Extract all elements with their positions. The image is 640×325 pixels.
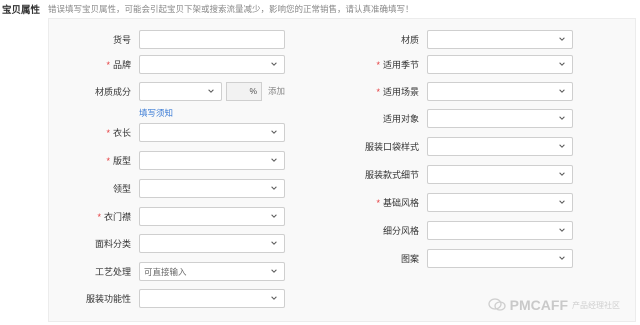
field-gongneng: 服装功能性 (49, 288, 285, 308)
fengge-select[interactable] (427, 192, 573, 212)
chevron-down-icon (208, 88, 214, 93)
watermark-brand: PMCAFF (509, 297, 568, 313)
field-label: * 版型 (106, 155, 131, 166)
required-mark: * (376, 197, 380, 208)
attributes-panel: 货号 * 品牌 材质成分 % 添加 填写须知 * 衣长 * 版型 领型 * 衣门… (48, 18, 636, 322)
field-caizhi: 材质 (337, 29, 573, 49)
field-label: * 适用场景 (376, 86, 419, 97)
chevron-down-icon (271, 268, 277, 273)
pinpai-select[interactable] (139, 54, 285, 74)
required-mark: * (97, 211, 101, 222)
chevron-down-icon (271, 129, 277, 134)
field-koudai: 服装口袋样式 (337, 136, 573, 156)
field-fengge: * 基础风格 (337, 192, 573, 212)
field-jijie: * 适用季节 (337, 54, 573, 74)
field-changjing: * 适用场景 (337, 81, 573, 101)
field-yichang: * 衣长 (49, 122, 285, 142)
jijie-select[interactable] (427, 54, 573, 74)
chevron-down-icon (559, 61, 565, 66)
field-label: 图案 (400, 253, 419, 264)
field-caizhi-chengfen: 材质成分 % 添加 (49, 81, 285, 101)
field-label: 货号 (112, 34, 131, 45)
yichang-select[interactable] (139, 122, 285, 142)
field-label: 适用对象 (382, 113, 419, 124)
field-label: 面料分类 (94, 238, 131, 249)
field-label: 服装口袋样式 (364, 141, 419, 152)
koudai-select[interactable] (427, 136, 573, 156)
field-xijie: 服装款式细节 (337, 164, 573, 184)
field-label: 服装款式细节 (364, 169, 419, 180)
gongyi-placeholder: 可直接输入 (144, 266, 187, 277)
field-yimenjin: * 衣门襟 (49, 206, 285, 226)
xijie-select[interactable] (427, 164, 573, 184)
field-mianliao: 面料分类 (49, 233, 285, 253)
field-lingxing: 领型 (49, 178, 285, 198)
chevron-down-icon (559, 255, 565, 260)
section-title: 宝贝属性 (2, 5, 41, 16)
field-duixiang: 适用对象 (337, 108, 573, 128)
field-label: * 衣长 (106, 127, 131, 138)
chevron-down-icon (271, 157, 277, 162)
add-link[interactable]: 添加 (268, 85, 285, 97)
required-mark: * (376, 59, 380, 70)
field-label: 领型 (112, 183, 131, 194)
banxing-select[interactable] (139, 150, 285, 170)
field-label: 工艺处理 (94, 266, 131, 277)
xifen-select[interactable] (427, 220, 573, 240)
yimenjin-select[interactable] (139, 206, 285, 226)
field-label: 服装功能性 (85, 293, 131, 304)
chevron-down-icon (271, 240, 277, 245)
huohao-input[interactable] (139, 29, 285, 49)
field-xifen: 细分风格 (337, 220, 573, 240)
chevron-down-icon (271, 61, 277, 66)
field-tuan: 图案 (337, 248, 573, 268)
fill-notice-link[interactable]: 填写须知 (139, 107, 173, 119)
caizhi-chengfen-select[interactable] (139, 81, 222, 101)
field-label: 材质成分 (94, 86, 131, 97)
attributes-header: 宝贝属性 错误填写宝贝属性，可能会引起宝贝下架或搜索流量减少，影响您的正常销售，… (0, 2, 414, 16)
chevron-down-icon (559, 227, 565, 232)
chevron-down-icon (559, 171, 565, 176)
required-mark: * (106, 127, 110, 138)
field-label: * 基础风格 (376, 197, 419, 208)
chevron-down-icon (559, 115, 565, 120)
field-huohao: 货号 (49, 29, 285, 49)
changjing-select[interactable] (427, 81, 573, 101)
field-gongyi: 工艺处理 可直接输入 (49, 261, 285, 281)
watermark-sub: 产品经理社区 (572, 300, 620, 310)
mianliao-select[interactable] (139, 233, 285, 253)
lingxing-select[interactable] (139, 178, 285, 198)
watermark: PMCAFF 产品经理社区 (488, 297, 620, 313)
chevron-down-icon (271, 185, 277, 190)
chevron-down-icon (559, 199, 565, 204)
tuan-select[interactable] (427, 248, 573, 268)
field-pinpai: * 品牌 (49, 54, 285, 74)
section-hint: 错误填写宝贝属性，可能会引起宝贝下架或搜索流量减少，影响您的正常销售，请认真准确… (48, 4, 414, 14)
field-label: * 适用季节 (376, 59, 419, 70)
chat-bubble-icon (488, 298, 506, 311)
chevron-down-icon (271, 213, 277, 218)
field-banxing: * 版型 (49, 150, 285, 170)
chevron-down-icon (271, 295, 277, 300)
field-label: * 品牌 (106, 59, 131, 70)
chevron-down-icon (559, 143, 565, 148)
caizhi-select[interactable] (427, 29, 573, 49)
field-label: 材质 (400, 34, 419, 45)
chevron-down-icon (559, 36, 565, 41)
required-mark: * (106, 59, 110, 70)
duixiang-select[interactable] (427, 108, 573, 128)
gongyi-select[interactable]: 可直接输入 (139, 261, 285, 281)
field-label: 细分风格 (382, 225, 419, 236)
required-mark: * (106, 155, 110, 166)
field-label: * 衣门襟 (97, 211, 131, 222)
chevron-down-icon (559, 88, 565, 93)
required-mark: * (376, 86, 380, 97)
gongneng-select[interactable] (139, 288, 285, 308)
percent-input[interactable]: % (226, 81, 262, 101)
